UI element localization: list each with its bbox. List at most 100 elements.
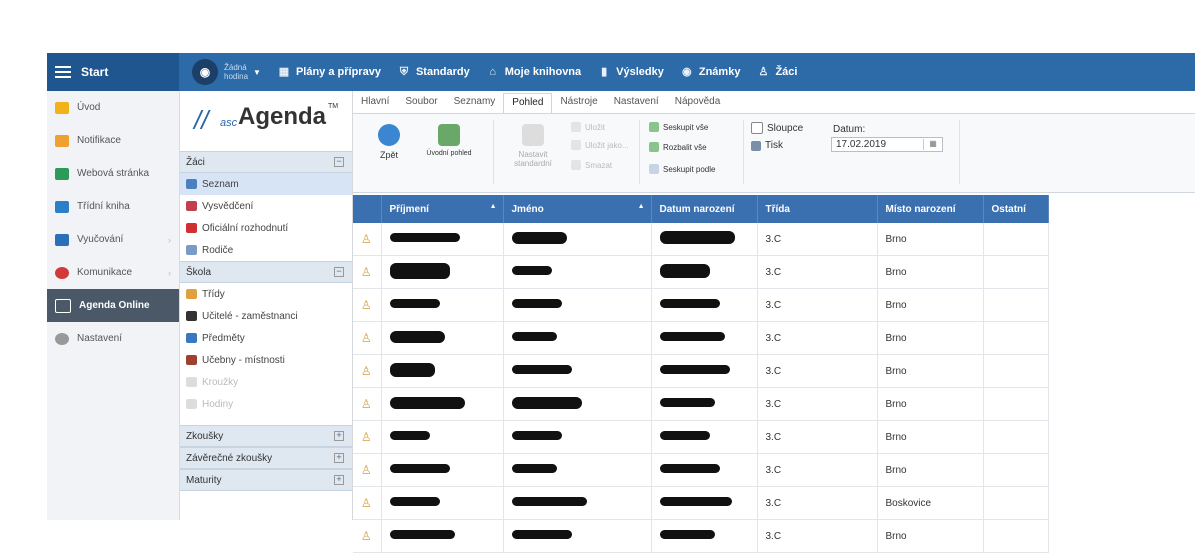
column-header-ostatni[interactable]: Ostatní — [983, 195, 1049, 223]
panel-item-oficialni-rozhodnuti[interactable]: Oficiální rozhodnutí — [180, 217, 352, 239]
panel-item-rodice[interactable]: Rodiče — [180, 239, 352, 261]
nav-vysledky[interactable]: ▮ Výsledky — [597, 65, 664, 79]
group-all-button[interactable]: Seskupit vše — [649, 122, 708, 132]
redaction-mark — [511, 365, 572, 374]
sidebar-item-label: Komunikace — [77, 267, 133, 278]
expand-icon[interactable]: + — [334, 453, 344, 463]
cell-prijmeni — [381, 255, 504, 289]
collapse-icon[interactable]: − — [334, 157, 344, 167]
panel-item-label: Hodiny — [202, 398, 234, 410]
panel-item-tridy[interactable]: Třídy — [180, 283, 352, 305]
tab-hlavni[interactable]: Hlavní — [353, 93, 397, 113]
back-arrow-icon — [378, 124, 400, 146]
calendar-picker-icon[interactable]: ▦ — [923, 139, 942, 150]
table-row[interactable]: ♙ 3.C Boskovice — [353, 486, 1049, 520]
sidebar-item-komunikace[interactable]: Komunikace › — [47, 256, 179, 289]
section-zkousky[interactable]: Zkoušky + — [180, 425, 352, 447]
print-button[interactable]: Tisk — [751, 140, 783, 151]
panel-item-seznam[interactable]: Seznam — [180, 173, 352, 195]
tab-nastroje[interactable]: Nástroje — [552, 93, 605, 113]
tab-seznamy[interactable]: Seznamy — [446, 93, 504, 113]
sidebar-item-uvod[interactable]: Úvod — [47, 91, 179, 124]
column-header-prijmeni[interactable]: Příjmení ▲ — [381, 195, 504, 223]
columns-label: Sloupce — [767, 122, 804, 134]
table-row[interactable]: ♙ 3.C Brno — [353, 387, 1049, 421]
cell-misto: Brno — [877, 354, 984, 388]
sidebar-item-notifikace[interactable]: Notifikace — [47, 124, 179, 157]
expand-icon[interactable]: + — [334, 475, 344, 485]
table-row[interactable]: ♙ 3.C Brno — [353, 321, 1049, 355]
nav-label: Žáci — [775, 66, 798, 78]
group-by-button[interactable]: Seskupit podle — [649, 164, 715, 174]
table-row[interactable]: ♙ 3.C Brno — [353, 354, 1049, 388]
start-button[interactable]: Start — [47, 53, 179, 91]
sidebar-item-tridni-kniha[interactable]: Třídní kniha — [47, 190, 179, 223]
tab-nastaveni[interactable]: Nastavení — [606, 93, 667, 113]
expand-icon[interactable]: + — [334, 431, 344, 441]
library-icon: ⌂ — [489, 66, 497, 78]
panel-item-vysvedceni[interactable]: Vysvědčení — [180, 195, 352, 217]
cell-datum — [651, 354, 758, 388]
table-row[interactable]: ♙ 3.C Brno — [353, 288, 1049, 322]
column-header-jmeno[interactable]: Jméno ▲ — [503, 195, 652, 223]
tab-pohled[interactable]: Pohled — [503, 93, 553, 113]
collapse-icon[interactable]: − — [334, 267, 344, 277]
nav-standardy[interactable]: ⛨ Standardy — [397, 65, 470, 79]
group-by-label: Seskupit podle — [663, 164, 716, 174]
sidebar-item-label: Nastavení — [77, 333, 123, 344]
chat-icon — [55, 266, 69, 279]
clubs-icon — [186, 377, 197, 387]
section-zaci[interactable]: Žáci − — [180, 151, 352, 173]
redaction-mark — [389, 464, 450, 473]
panel-item-ucitele[interactable]: Učitelé - zaměstnanci — [180, 305, 352, 327]
column-header-datum-narozeni[interactable]: Datum narození — [651, 195, 758, 223]
redaction-mark — [389, 330, 445, 343]
redaction-mark — [659, 332, 725, 341]
cell-misto: Brno — [877, 321, 984, 355]
column-header-misto-narozeni[interactable]: Místo narození — [877, 195, 984, 223]
sidebar-item-webova-stranka[interactable]: Webová stránka — [47, 157, 179, 190]
panel-item-krouzky[interactable]: Kroužky — [180, 371, 352, 393]
section-zaverecne-zkousky[interactable]: Závěrečné zkoušky + — [180, 447, 352, 469]
panel-item-hodiny[interactable]: Hodiny — [180, 393, 352, 415]
save-button[interactable]: Uložit — [571, 122, 605, 132]
redaction-mark — [659, 398, 715, 407]
expand-all-button[interactable]: Rozbalit vše — [649, 142, 707, 152]
back-button[interactable]: Zpět — [371, 124, 407, 160]
sidebar-item-agenda-online[interactable]: Agenda Online — [47, 289, 179, 322]
table-row[interactable]: ♙ 3.C Brno — [353, 519, 1049, 553]
column-header-trida[interactable]: Třída — [757, 195, 878, 223]
nav-knihovna[interactable]: ⌂ Moje knihovna — [486, 65, 581, 79]
save-as-icon — [571, 140, 581, 150]
set-standard-button[interactable]: Nastavit standardní — [505, 124, 561, 168]
table-row[interactable]: ♙ 3.C Brno — [353, 453, 1049, 487]
home-view-button[interactable]: Úvodní pohled — [421, 124, 477, 157]
delete-button[interactable]: Smazat — [571, 160, 612, 170]
save-as-button[interactable]: Uložit jako... — [571, 140, 629, 150]
sidebar-item-nastaveni[interactable]: Nastavení — [47, 322, 179, 355]
agenda-app: Start ◉ Žádná hodina ▼ ▦ Plány a přípravy… — [47, 53, 1195, 553]
home-view-label: Úvodní pohled — [426, 150, 472, 157]
logo-tm: TM — [328, 103, 339, 110]
tab-soubor[interactable]: Soubor — [397, 93, 445, 113]
nav-plany[interactable]: ▦ Plány a přípravy — [277, 65, 381, 79]
nav-znamky[interactable]: ◉ Známky — [680, 65, 740, 79]
sidebar-item-vyucovani[interactable]: Vyučování › — [47, 223, 179, 256]
section-label: Zkoušky — [186, 430, 224, 442]
lesson-selector[interactable]: ◉ Žádná hodina ▼ — [192, 59, 261, 85]
panel-item-ucebny[interactable]: Učebny - místnosti — [180, 349, 352, 371]
section-maturity[interactable]: Maturity + — [180, 469, 352, 491]
group-all-label: Seskupit vše — [663, 122, 709, 132]
section-skola[interactable]: Škola − — [180, 261, 352, 283]
table-row[interactable]: ♙ 3.C Brno — [353, 223, 1049, 256]
table-row[interactable]: ♙ 3.C Brno — [353, 255, 1049, 289]
cell-datum — [651, 387, 758, 421]
cell-prijmeni — [381, 387, 504, 421]
table-row[interactable]: ♙ 3.C Brno — [353, 420, 1049, 454]
nav-zaci[interactable]: ♙ Žáci — [756, 65, 798, 79]
tab-napoveda[interactable]: Nápověda — [667, 93, 729, 113]
columns-button[interactable]: Sloupce — [751, 122, 803, 134]
column-label: Příjmení — [389, 203, 429, 215]
date-input[interactable]: 17.02.2019 ▦ — [831, 137, 943, 152]
panel-item-predmety[interactable]: Předměty — [180, 327, 352, 349]
